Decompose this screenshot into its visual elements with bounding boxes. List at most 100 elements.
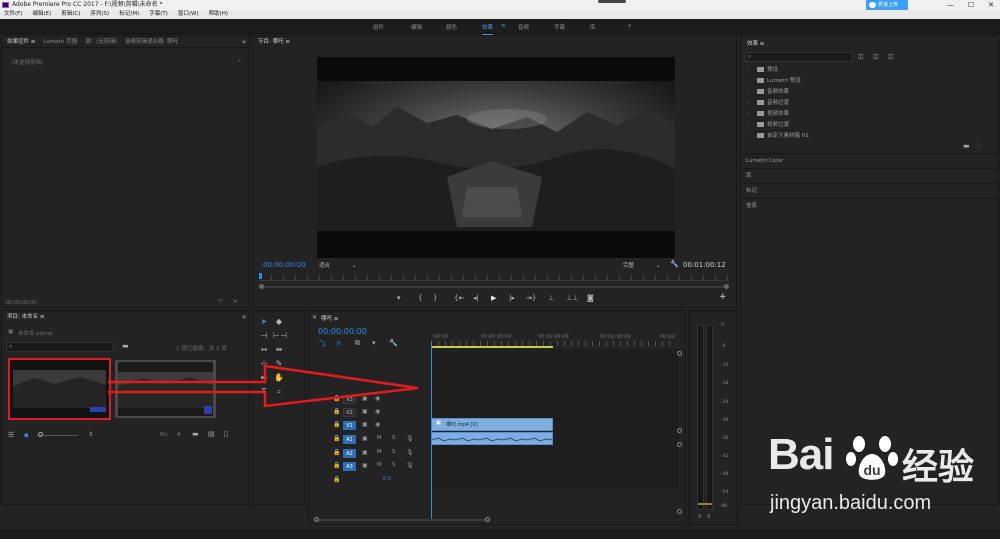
tab-lumetri-scopes[interactable]: Lumetri 范围	[43, 36, 77, 47]
vertical-scroll-handle[interactable]	[677, 442, 682, 447]
lock-icon[interactable]: 🔒	[333, 435, 340, 442]
section-info[interactable]: 信息	[740, 198, 998, 213]
lock-icon[interactable]: 🔒	[333, 421, 340, 428]
track-label-a1[interactable]: A1	[343, 435, 356, 444]
linked-selection-icon[interactable]: ⧉	[355, 339, 360, 348]
timeline-horizontal-scrollbar[interactable]	[315, 519, 490, 521]
menu-file[interactable]: 文件(F)	[4, 10, 22, 19]
work-area-bar[interactable]	[431, 346, 553, 348]
tab-effect-controls[interactable]: 效果控件 ≡	[7, 36, 35, 47]
menu-sequence[interactable]: 序列(S)	[90, 10, 109, 19]
menu-window[interactable]: 窗口(W)	[178, 10, 199, 19]
list-view-icon[interactable]: ☰	[8, 431, 14, 439]
new-bin-folder-icon[interactable]: ▬	[963, 142, 970, 150]
program-playhead[interactable]	[259, 273, 262, 279]
mute-button[interactable]: M	[377, 462, 381, 468]
rate-stretch-tool-icon[interactable]: ↔	[258, 344, 270, 356]
tab-program[interactable]: 节目: 哪吒 ≡	[258, 36, 290, 48]
extract-button[interactable]: ⊥⊥	[566, 294, 578, 302]
slip-tool-icon[interactable]: ⇹	[273, 344, 285, 356]
sync-lock-icon[interactable]: ▣	[362, 435, 368, 442]
rolling-edit-tool-icon[interactable]: ⊢⊣	[273, 330, 287, 342]
workspace-menu-icon[interactable]: ≡	[501, 23, 506, 29]
workspace-more-icon[interactable]: »	[628, 23, 631, 29]
zoom-slider-handle[interactable]	[38, 432, 43, 437]
menu-edit[interactable]: 编辑(E)	[32, 10, 51, 19]
effect-category-presets[interactable]: › 预设	[747, 65, 778, 76]
lock-icon[interactable]: 🔒	[333, 449, 340, 456]
maximize-button[interactable]: ☐	[968, 0, 974, 10]
solo-button[interactable]: S	[392, 449, 395, 455]
timeline-settings-wrench-icon[interactable]: 🔧	[389, 339, 398, 347]
workspace-tab-color[interactable]: 颜色	[446, 23, 457, 31]
mark-in-button[interactable]: {	[418, 294, 422, 302]
add-marker-button[interactable]: ▾	[397, 294, 401, 302]
mark-out-button[interactable]: }	[433, 294, 437, 302]
vertical-scroll-handle[interactable]	[677, 428, 682, 433]
upload-button[interactable]: 极速上传	[866, 0, 908, 10]
track-label-v1[interactable]: V1	[343, 421, 356, 430]
section-libraries[interactable]: 库	[740, 168, 998, 183]
workspace-tab-audio[interactable]: 音频	[518, 23, 529, 31]
thumbnail-zoom-slider[interactable]	[38, 435, 78, 436]
timeline-timecode[interactable]: 00:00:00:00	[318, 327, 367, 336]
menu-help[interactable]: 帮助(H)	[209, 10, 228, 19]
microphone-icon[interactable]: 🎙	[406, 449, 414, 456]
filter-icon[interactable]: ▽	[218, 298, 223, 305]
program-current-timecode[interactable]: 00:00:00:00	[263, 261, 306, 269]
ripple-edit-tool-icon[interactable]: ⊣	[258, 330, 270, 342]
program-zoom-scrollbar[interactable]	[259, 286, 729, 288]
workspace-tab-libraries[interactable]: 库	[590, 23, 596, 31]
sort-icon[interactable]: ⇕	[88, 431, 93, 438]
video-clip[interactable]: ▣ 哪吒.mp4 [V]	[431, 418, 553, 431]
yuv-effects-icon[interactable]: ◫	[888, 53, 894, 60]
sync-lock-icon[interactable]: ▣	[362, 462, 368, 469]
sync-lock-icon[interactable]: ▣	[362, 449, 368, 456]
add-marker-icon[interactable]: ▾	[372, 339, 376, 347]
section-lumetri-color[interactable]: Lumetri Color	[740, 153, 998, 168]
mute-button[interactable]: M	[377, 449, 381, 455]
menu-marker[interactable]: 标记(M)	[119, 10, 139, 19]
effect-category-video-transitions[interactable]: › 视频过渡	[747, 120, 789, 131]
quality-dropdown[interactable]: 完整 ⌄	[623, 261, 660, 269]
tab-sequence[interactable]: 哪吒 ≡	[321, 314, 338, 322]
bin-label[interactable]: Bin	[160, 432, 168, 438]
timeline-playhead[interactable]	[431, 341, 432, 519]
mute-button[interactable]: M	[377, 435, 381, 441]
effect-category-audio-effects[interactable]: › 音频效果	[747, 87, 789, 98]
tab-project[interactable]: 项目: 未命名 ≡	[7, 311, 44, 323]
workspace-tab-titles[interactable]: 字幕	[554, 23, 565, 31]
menu-clip[interactable]: 剪辑(C)	[61, 10, 80, 19]
lift-button[interactable]: ⊥	[548, 294, 554, 302]
panel-more-icon[interactable]: »	[242, 313, 246, 321]
lock-icon[interactable]: 🔒	[333, 462, 340, 469]
microphone-icon[interactable]: 🎙	[406, 462, 414, 469]
export-frame-camera-icon[interactable]: ◙	[587, 294, 594, 302]
minimize-button[interactable]: —	[947, 0, 954, 10]
h-scroll-handle-right[interactable]	[485, 517, 490, 522]
effect-category-lumetri-presets[interactable]: › Lumetri 预设	[747, 76, 801, 87]
audio-clip[interactable]	[431, 432, 553, 445]
delete-trash-icon[interactable]: ▯	[977, 142, 981, 150]
step-forward-button[interactable]: |▸	[509, 294, 515, 302]
32bit-effects-icon[interactable]: ◫	[873, 53, 879, 60]
scrollbar-handle-right[interactable]	[724, 284, 729, 289]
track-select-tool-icon[interactable]: ◆	[273, 316, 285, 328]
track-label-a3[interactable]: A3	[343, 462, 356, 471]
export-icon[interactable]: ⇲	[232, 298, 237, 305]
project-search-input[interactable]: ⌕	[6, 342, 114, 352]
effect-category-custom-bin[interactable]: › 自定义素材箱 01	[747, 131, 809, 142]
new-bin-folder-icon[interactable]: ▬	[192, 430, 199, 438]
workspace-tab-effects[interactable]: 效果	[482, 23, 494, 35]
play-button[interactable]: ▶	[491, 294, 496, 302]
delete-trash-icon[interactable]: ▯	[224, 430, 228, 438]
vertical-scroll-handle[interactable]	[677, 509, 682, 514]
new-bin-folder-icon[interactable]: ▬	[122, 342, 129, 350]
project-item-video-clip[interactable]	[8, 358, 111, 420]
program-time-ruler[interactable]	[259, 275, 729, 281]
h-scroll-handle-left[interactable]	[314, 517, 319, 522]
step-back-button[interactable]: ◂|	[473, 294, 479, 302]
master-volume-value[interactable]: 0.0	[383, 476, 391, 482]
close-button[interactable]: ✕	[988, 0, 994, 10]
add-button-icon[interactable]: +	[719, 292, 727, 302]
